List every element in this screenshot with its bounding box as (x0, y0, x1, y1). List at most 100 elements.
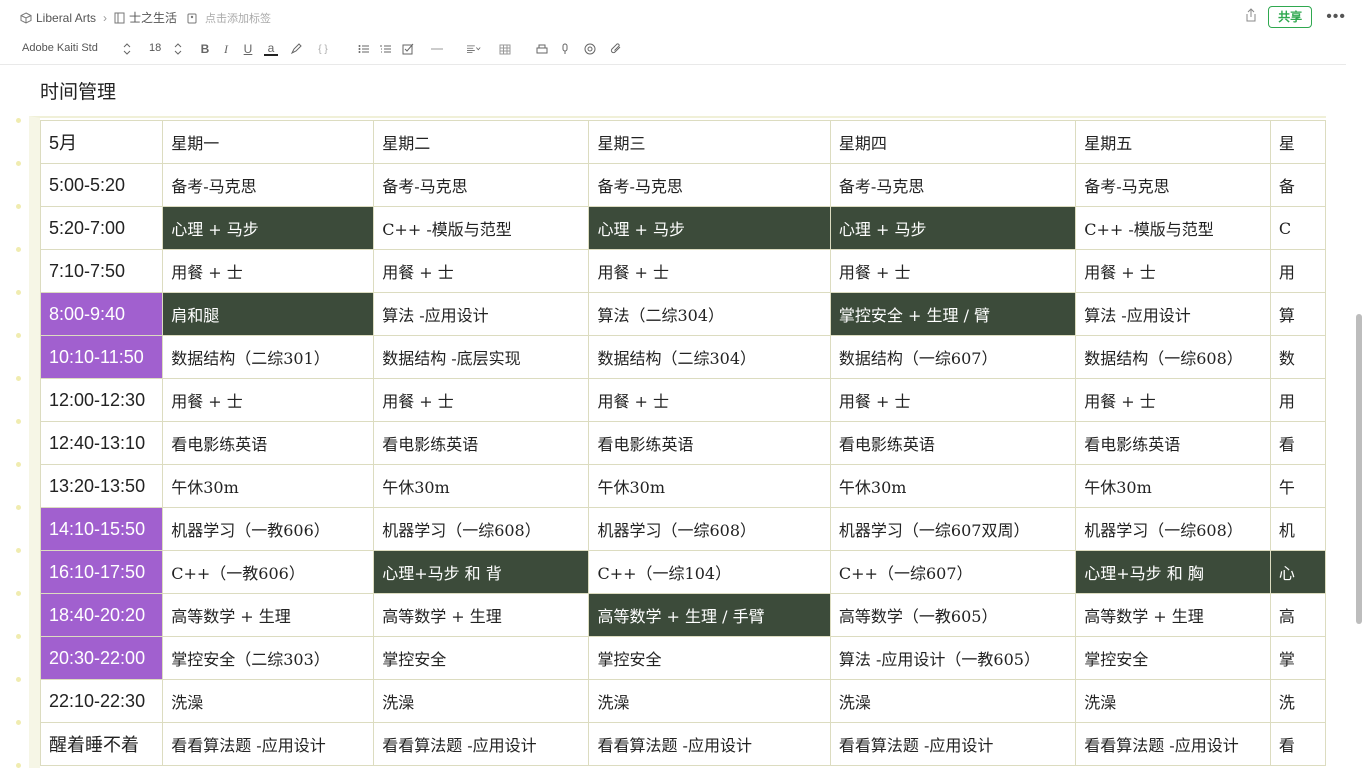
schedule-cell[interactable]: 看看算法题 -应用设计 (162, 722, 375, 766)
schedule-cell[interactable]: 用餐 + 士 (162, 378, 375, 422)
checkbox-list-icon[interactable] (401, 41, 415, 57)
font-family-select[interactable]: Adobe Kaiti Std (22, 42, 98, 54)
italic-button[interactable]: I (219, 41, 233, 57)
schedule-cell[interactable]: 看电影练英语 (373, 421, 590, 465)
schedule-cell[interactable]: 用餐 + 士 (829, 378, 1077, 422)
schedule-cell[interactable]: 心 (1269, 550, 1326, 594)
schedule-cell[interactable]: 心理 + 马步 (162, 206, 375, 250)
time-slot-cell[interactable]: 10:10-11:50 (40, 335, 164, 379)
schedule-cell[interactable]: 算法 -应用设计 (373, 292, 590, 336)
schedule-cell[interactable]: 看 (1269, 722, 1326, 766)
schedule-cell[interactable]: 肩和腿 (162, 292, 375, 336)
schedule-cell[interactable]: 用 (1269, 249, 1326, 293)
schedule-cell[interactable]: 洗澡 (588, 679, 831, 723)
schedule-cell[interactable]: 看电影练英语 (829, 421, 1077, 465)
schedule-cell[interactable]: 看 (1269, 421, 1326, 465)
schedule-cell[interactable]: 看电影练英语 (588, 421, 831, 465)
schedule-cell[interactable]: 数据结构 -底层实现 (373, 335, 590, 379)
font-size-select[interactable]: 18 (149, 42, 161, 54)
breadcrumb-notebook[interactable]: Liberal Arts (36, 11, 96, 25)
schedule-cell[interactable]: 午休30m (829, 464, 1077, 508)
schedule-cell[interactable]: 算法（二综304） (588, 292, 831, 336)
export-icon[interactable] (1244, 7, 1258, 27)
code-button[interactable]: { } (316, 41, 330, 57)
print-icon[interactable] (535, 41, 549, 57)
schedule-cell[interactable]: 看看算法题 -应用设计 (829, 722, 1077, 766)
bold-button[interactable]: B (198, 41, 212, 57)
schedule-cell[interactable]: 高等数学（一教605） (829, 593, 1077, 637)
font-size-chevron-icon[interactable] (171, 41, 185, 57)
schedule-cell[interactable]: C++（一综104） (588, 550, 831, 594)
schedule-cell[interactable]: 备考-马克思 (829, 163, 1077, 207)
header-cell[interactable]: 星期一 (162, 120, 375, 164)
schedule-cell[interactable]: 用餐 + 士 (162, 249, 375, 293)
schedule-cell[interactable]: 看看算法题 -应用设计 (373, 722, 590, 766)
time-slot-cell[interactable]: 14:10-15:50 (40, 507, 164, 551)
header-cell[interactable]: 星 (1269, 120, 1326, 164)
share-button[interactable]: 共享 (1268, 6, 1313, 28)
vertical-scrollbar[interactable] (1356, 314, 1362, 624)
schedule-cell[interactable]: 用餐 + 士 (829, 249, 1077, 293)
schedule-cell[interactable]: 高等数学 + 生理 (162, 593, 375, 637)
schedule-cell[interactable]: 用餐 + 士 (373, 378, 590, 422)
schedule-cell[interactable]: 备 (1269, 163, 1326, 207)
schedule-cell[interactable]: 掌控安全 (588, 636, 831, 680)
schedule-cell[interactable]: 机 (1269, 507, 1326, 551)
schedule-cell[interactable]: 备考-马克思 (1075, 163, 1271, 207)
schedule-cell[interactable]: 掌 (1269, 636, 1326, 680)
schedule-cell[interactable]: 数据结构（二综304） (588, 335, 831, 379)
schedule-cell[interactable]: 心理+马步 和 背 (373, 550, 590, 594)
schedule-cell[interactable]: 用餐 + 士 (588, 378, 831, 422)
schedule-cell[interactable]: 看电影练英语 (1075, 421, 1271, 465)
schedule-cell[interactable]: 掌控安全 + 生理 / 臂 (829, 292, 1077, 336)
schedule-cell[interactable]: 洗澡 (162, 679, 375, 723)
schedule-cell[interactable]: 机器学习（一综608） (1075, 507, 1271, 551)
schedule-cell[interactable]: 高 (1269, 593, 1326, 637)
time-slot-cell[interactable]: 18:40-20:20 (40, 593, 164, 637)
time-slot-cell[interactable]: 13:20-13:50 (40, 464, 164, 508)
schedule-cell[interactable]: 午休30m (1075, 464, 1271, 508)
schedule-cell[interactable]: C++ -模版与范型 (373, 206, 590, 250)
schedule-cell[interactable]: 心理 + 马步 (588, 206, 831, 250)
font-family-chevron-icon[interactable] (120, 41, 134, 57)
schedule-cell[interactable]: 备考-马克思 (373, 163, 590, 207)
table-icon[interactable] (498, 41, 512, 57)
schedule-cell[interactable]: 数据结构（一综607） (829, 335, 1077, 379)
schedule-cell[interactable]: C (1269, 206, 1326, 250)
schedule-cell[interactable]: 高等数学 + 生理 (1075, 593, 1271, 637)
schedule-cell[interactable]: 用餐 + 士 (1075, 378, 1271, 422)
schedule-cell[interactable]: 机器学习（一综608） (588, 507, 831, 551)
header-cell[interactable]: 星期四 (829, 120, 1077, 164)
header-cell[interactable]: 5月 (40, 120, 164, 164)
header-cell[interactable]: 星期五 (1075, 120, 1271, 164)
schedule-cell[interactable]: 掌控安全 (1075, 636, 1271, 680)
align-icon[interactable] (467, 41, 481, 57)
breadcrumb-note[interactable]: 士之生活 (129, 9, 177, 26)
schedule-cell[interactable]: 心理 + 马步 (829, 206, 1077, 250)
schedule-cell[interactable]: 洗澡 (829, 679, 1077, 723)
time-slot-cell[interactable]: 7:10-7:50 (40, 249, 164, 293)
schedule-cell[interactable]: 看看算法题 -应用设计 (588, 722, 831, 766)
schedule-cell[interactable]: C++ -模版与范型 (1075, 206, 1271, 250)
schedule-cell[interactable]: 数据结构（二综301） (162, 335, 375, 379)
divider-icon[interactable] (430, 41, 444, 57)
schedule-cell[interactable]: 午 (1269, 464, 1326, 508)
time-slot-cell[interactable]: 12:00-12:30 (40, 378, 164, 422)
schedule-cell[interactable]: 数据结构（一综608） (1075, 335, 1271, 379)
schedule-cell[interactable]: C++（一教606） (162, 550, 375, 594)
underline-button[interactable]: U (241, 41, 255, 57)
header-cell[interactable]: 星期三 (588, 120, 831, 164)
time-slot-cell[interactable]: 22:10-22:30 (40, 679, 164, 723)
time-slot-cell[interactable]: 20:30-22:00 (40, 636, 164, 680)
schedule-cell[interactable]: 数 (1269, 335, 1326, 379)
emoji-icon[interactable] (583, 41, 597, 57)
more-options-icon[interactable]: ••• (1326, 8, 1346, 26)
schedule-cell[interactable]: 用 (1269, 378, 1326, 422)
schedule-cell[interactable]: 看电影练英语 (162, 421, 375, 465)
schedule-cell[interactable]: C++（一综607） (829, 550, 1077, 594)
time-slot-cell[interactable]: 5:20-7:00 (40, 206, 164, 250)
schedule-cell[interactable]: 用餐 + 士 (373, 249, 590, 293)
time-slot-cell[interactable]: 8:00-9:40 (40, 292, 164, 336)
schedule-cell[interactable]: 用餐 + 士 (1075, 249, 1271, 293)
schedule-cell[interactable]: 午休30m (373, 464, 590, 508)
